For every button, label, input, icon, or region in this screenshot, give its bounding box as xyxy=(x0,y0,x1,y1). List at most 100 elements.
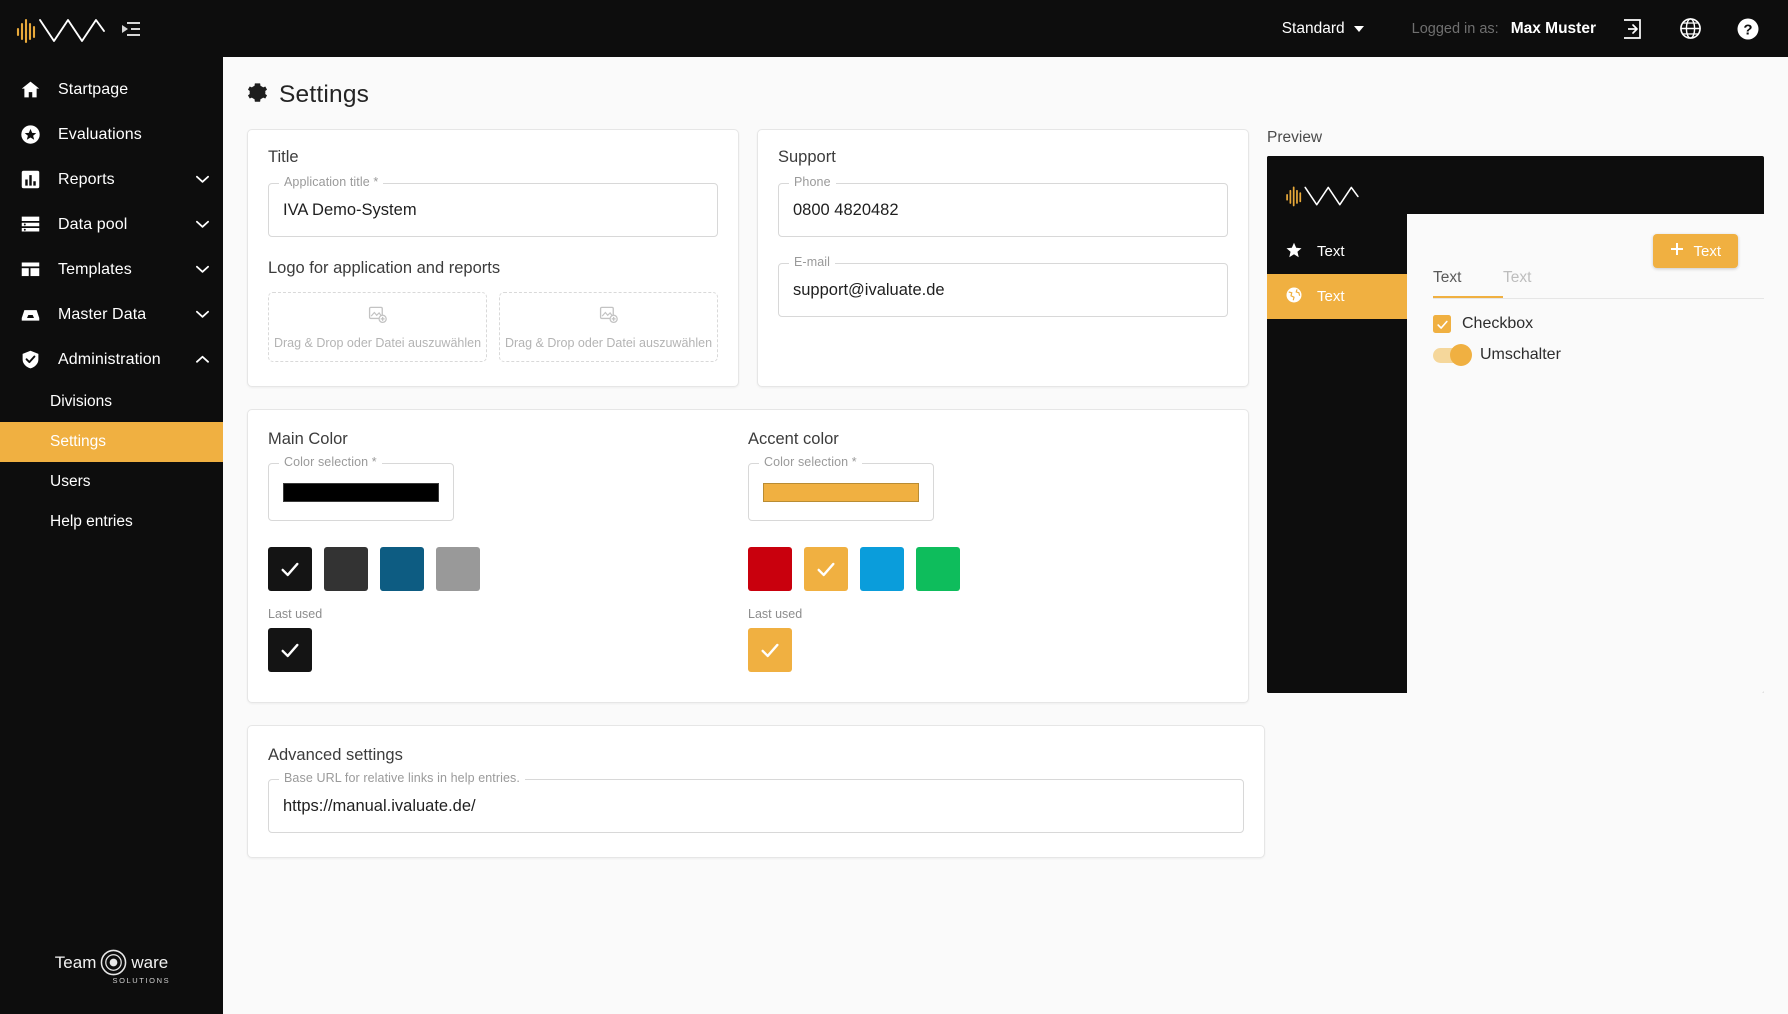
accent-color-swatch[interactable] xyxy=(916,547,960,591)
main-color-swatch[interactable] xyxy=(324,547,368,591)
sidebar-item-templates[interactable]: Templates xyxy=(0,247,223,292)
star-icon xyxy=(1285,241,1303,263)
iva-logo[interactable] xyxy=(16,13,106,45)
preview-body: Text Text Text Checkbox Umschalter xyxy=(1407,214,1764,693)
preview-toggle[interactable] xyxy=(1433,344,1472,366)
support-card: Support Phone 0800 4820482 E-mail suppor… xyxy=(757,129,1249,387)
main-color-lastused-row xyxy=(268,628,748,672)
accent-color-preview[interactable] xyxy=(763,482,919,502)
chevron-down-icon xyxy=(196,265,209,274)
page-title: Settings xyxy=(279,81,370,108)
sidebar-item-label: Startpage xyxy=(58,80,129,98)
database-icon xyxy=(20,214,46,235)
collapse-sidebar-icon[interactable] xyxy=(114,12,148,46)
teamware-logo: Team ware SOLUTIONS xyxy=(55,949,169,985)
main-color-lastused-swatch[interactable] xyxy=(268,628,312,672)
profile-select[interactable]: Standard xyxy=(1272,14,1374,44)
support-email-legend: E-mail xyxy=(789,255,836,269)
preview-checkbox-label: Checkbox xyxy=(1462,315,1534,332)
sidebar-item-label: Data pool xyxy=(58,215,128,233)
preview-tab-1[interactable]: Text xyxy=(1433,269,1503,298)
main-color-swatch[interactable] xyxy=(268,547,312,591)
support-card-heading: Support xyxy=(778,148,836,166)
logo-dropzone-label: Drag & Drop oder Datei auszuwählen xyxy=(504,335,713,350)
sidebar-item-settings[interactable]: Settings xyxy=(0,422,223,462)
logo-dropzone-app[interactable]: Drag & Drop oder Datei auszuwählen xyxy=(268,292,487,362)
sidebar-item-startpage[interactable]: Startpage xyxy=(0,67,223,112)
preview-tab-2[interactable]: Text xyxy=(1503,269,1573,298)
star-circle-icon xyxy=(20,124,46,145)
globe-icon[interactable] xyxy=(1668,7,1712,51)
sidebar-item-administration[interactable]: Administration xyxy=(0,337,223,382)
title-card: Title Application title * IVA Demo-Syste… xyxy=(247,129,739,387)
sidebar-item-reports[interactable]: Reports xyxy=(0,157,223,202)
accent-color-swatch[interactable] xyxy=(804,547,848,591)
sidebar-item-label: Master Data xyxy=(58,305,147,323)
preview-sidebar: Text Text xyxy=(1267,156,1407,693)
brand-area xyxy=(0,12,223,46)
chevron-down-icon xyxy=(196,175,209,184)
base-url-field[interactable]: Base URL for relative links in help entr… xyxy=(268,771,1244,833)
accent-color-field[interactable]: Color selection * xyxy=(748,455,934,521)
preview-nav-item-label: Text xyxy=(1317,288,1345,305)
support-phone-value[interactable]: 0800 4820482 xyxy=(793,201,899,220)
logout-icon[interactable] xyxy=(1610,7,1654,51)
check-icon xyxy=(281,643,299,658)
sidebar-item-evaluations[interactable]: Evaluations xyxy=(0,112,223,157)
sidebar-item-data-pool[interactable]: Data pool xyxy=(0,202,223,247)
check-icon xyxy=(761,643,779,658)
main-color-preview[interactable] xyxy=(283,482,439,502)
base-url-value[interactable]: https://manual.ivaluate.de/ xyxy=(283,797,476,816)
bar-chart-icon xyxy=(20,169,46,190)
sidebar-item-users[interactable]: Users xyxy=(0,462,223,502)
image-add-icon xyxy=(368,305,387,329)
main-color-field[interactable]: Color selection * xyxy=(268,455,454,521)
sidebar-item-help-entries[interactable]: Help entries xyxy=(0,502,223,542)
preview-toggle-knob xyxy=(1450,344,1472,366)
sidebar-item-label: Administration xyxy=(58,350,161,368)
preview-checkbox[interactable] xyxy=(1433,315,1451,333)
main-color-section: Main Color Color selection * Last used xyxy=(268,430,748,672)
accent-color-heading: Accent color xyxy=(748,430,839,448)
accent-color-swatch[interactable] xyxy=(748,547,792,591)
support-phone-legend: Phone xyxy=(789,175,836,189)
preview-checkbox-row[interactable]: Checkbox xyxy=(1407,299,1764,333)
chevron-down-icon xyxy=(1353,25,1364,32)
preview-frame: Text Text Text Text Text Checkbox Umscha… xyxy=(1267,156,1764,693)
teamware-logo-mark xyxy=(101,949,127,976)
main-color-swatch[interactable] xyxy=(380,547,424,591)
plus-icon xyxy=(1670,242,1684,260)
accent-color-lastused-label: Last used xyxy=(748,607,803,621)
accent-color-lastused-swatch[interactable] xyxy=(748,628,792,672)
check-icon xyxy=(1436,320,1448,329)
preview-toggle-row[interactable]: Umschalter xyxy=(1407,333,1764,366)
preview-nav-item-2[interactable]: Text xyxy=(1267,274,1407,319)
sidebar-item-master-data[interactable]: Master Data xyxy=(0,292,223,337)
help-icon[interactable]: ? xyxy=(1726,7,1770,51)
app-title-legend: Application title * xyxy=(279,175,384,189)
preview-add-button[interactable]: Text xyxy=(1653,234,1738,268)
sidebar-subitem-label: Settings xyxy=(50,433,107,450)
main-color-swatch[interactable] xyxy=(436,547,480,591)
logo-dropzone-reports[interactable]: Drag & Drop oder Datei auszuwählen xyxy=(499,292,718,362)
sidebar-footer: Team ware SOLUTIONS xyxy=(0,949,223,1014)
teamware-logo-tagline: SOLUTIONS xyxy=(112,976,171,985)
sidebar-item-label: Templates xyxy=(58,260,132,278)
app-title-field[interactable]: Application title * IVA Demo-System xyxy=(268,175,718,237)
support-email-value[interactable]: support@ivaluate.de xyxy=(793,281,945,300)
topbar-right: Standard Logged in as: Max Muster ? xyxy=(1272,7,1788,51)
preview-nav-item-1[interactable]: Text xyxy=(1267,229,1407,274)
main-color-heading: Main Color xyxy=(268,430,348,448)
accent-color-swatch[interactable] xyxy=(860,547,904,591)
page-header: Settings xyxy=(223,57,1788,109)
main-content: Settings Title Application title * IVA D… xyxy=(223,57,1788,1014)
sidebar-nav: Startpage Evaluations Reports Data pool … xyxy=(0,57,223,542)
support-phone-field[interactable]: Phone 0800 4820482 xyxy=(778,175,1228,237)
advanced-settings-heading: Advanced settings xyxy=(268,746,403,764)
sidebar-item-divisions[interactable]: Divisions xyxy=(0,382,223,422)
accent-color-swatches xyxy=(748,547,1228,591)
cards-row-top: Title Application title * IVA Demo-Syste… xyxy=(247,129,1249,387)
layout-icon xyxy=(20,259,46,280)
support-email-field[interactable]: E-mail support@ivaluate.de xyxy=(778,255,1228,317)
app-title-input-value[interactable]: IVA Demo-System xyxy=(283,201,417,220)
